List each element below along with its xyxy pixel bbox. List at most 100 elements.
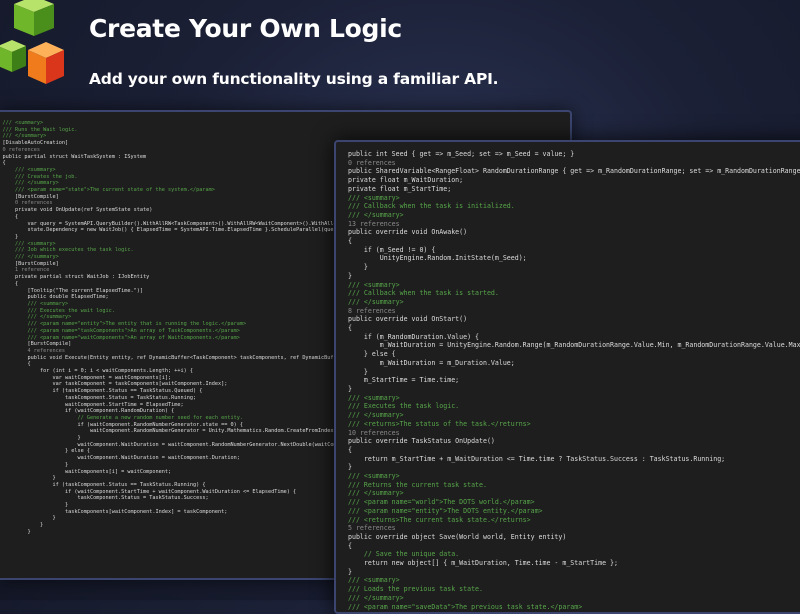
code-line: /// </summary>	[348, 210, 404, 219]
code-line: /// <summary>	[348, 472, 400, 481]
code-line: public int Seed { get => m_Seed; set => …	[348, 150, 575, 158]
code-line: /// Runs the Wait logic.	[2, 126, 78, 133]
code-line: }	[64, 502, 69, 509]
code-line: /// <param name="waitComponents">An arra…	[0, 334, 240, 341]
code-listing: /// <summary> /// Runs the Wait logic. /…	[0, 120, 387, 536]
code-line: public override void OnAwake()	[348, 228, 468, 237]
code-line: var query = SystemAPI.QueryBuilder().Wit…	[0, 220, 381, 227]
code-line: 1 reference	[14, 267, 50, 274]
code-line: /// </summary>	[348, 411, 404, 420]
code-line: /// </summary>	[14, 180, 59, 187]
code-line: if (waitComponent.RandomNumberGenerator.…	[0, 421, 243, 428]
code-line: public SharedVariable<RangeFloat> Random…	[348, 167, 800, 176]
code-line: UnityEngine.Random.InitState(m_Seed);	[348, 254, 527, 263]
code-line: m_WaitDuration = m_Duration.Value;	[348, 358, 515, 367]
code-line: 0 references	[14, 200, 53, 207]
code-line: /// <summary>	[348, 193, 400, 202]
code-line: public void Execute(Entity entity, ref D…	[0, 354, 387, 361]
code-line: /// </summary>	[27, 314, 72, 321]
code-line: public override void OnStart()	[348, 315, 468, 324]
code-line: }	[348, 567, 352, 576]
code-line: }	[39, 522, 44, 529]
code-line: // Save the unique data.	[348, 550, 460, 559]
code-line: 8 references	[348, 306, 396, 315]
code-line: public override object Save(World world,…	[348, 532, 567, 541]
code-line: // Generate a new random number seed for…	[0, 414, 243, 421]
code-line: private float m_WaitDuration;	[348, 176, 464, 185]
code-line: /// <param name="entity">The DOTS entity…	[348, 506, 543, 515]
code-line: public double ElapsedTime;	[0, 294, 109, 301]
code-line: [BurstCompile]	[27, 341, 72, 348]
code-line: /// <summary>	[14, 166, 56, 173]
code-line: /// <summary>	[348, 393, 400, 402]
code-line: state.Dependency = new WaitJob() { Elaps…	[0, 227, 381, 234]
code-line: /// <returns>The status of the task.</re…	[348, 419, 531, 428]
code-line: /// <returns>The current task state.</re…	[348, 515, 531, 524]
code-line: waitComponent.WaitDuration = waitCompone…	[0, 441, 378, 448]
code-line: {	[348, 445, 352, 454]
code-line: /// <param name="taskComponents">An arra…	[0, 327, 240, 334]
code-line: 0 references	[348, 158, 396, 167]
code-line: /// Executes the wait logic.	[0, 307, 115, 314]
code-line: }	[64, 461, 69, 468]
code-line: {	[348, 237, 352, 246]
code-line: var waitComponent = waitComponents[i];	[0, 374, 172, 381]
code-line: taskComponent.Status = TaskStatus.Runnin…	[0, 394, 197, 401]
code-listing: public int Seed { get => m_Seed; set => …	[348, 150, 800, 611]
code-line: for (int i = 0; i < waitComponents.Lengt…	[0, 368, 194, 375]
code-line: 13 references	[348, 219, 400, 228]
code-line: 4 references	[27, 347, 65, 354]
code-line: /// </summary>	[348, 593, 404, 602]
code-line: /// Returns the current task state.	[348, 480, 487, 489]
code-line: 0 references	[2, 146, 40, 153]
code-line: /// <summary>	[348, 576, 400, 585]
code-line: }	[348, 384, 352, 393]
code-line: private partial struct WaitJob : IJobEnt…	[0, 274, 150, 281]
code-line: }	[52, 475, 56, 482]
code-line: waitComponent.RandomNumberGenerator = Un…	[0, 428, 378, 435]
code-line: if (waitComponent.RandomDuration) {	[0, 408, 175, 415]
code-line: /// <param name="entity">The entity that…	[0, 321, 247, 328]
page-subtitle: Add your own functionality using a famil…	[89, 70, 499, 88]
code-line: /// <param name="state">The current stat…	[0, 187, 215, 194]
code-line: } else {	[348, 350, 396, 359]
code-line: m_WaitDuration = UnityEngine.Random.Rang…	[348, 341, 800, 350]
page-title: Create Your Own Logic	[89, 14, 402, 43]
code-line: [BurstCompile]	[14, 193, 59, 200]
code-line: public partial struct WaitTaskSystem : I…	[0, 153, 147, 160]
code-line: } else {	[64, 448, 90, 455]
code-editor-foreground[interactable]: public int Seed { get => m_Seed; set => …	[334, 140, 800, 614]
code-line: m_StartTime = Time.time;	[348, 376, 460, 385]
code-line: [DisableAutoCreation]	[2, 140, 69, 147]
code-line: {	[14, 280, 19, 287]
code-line: var taskComponent = taskComponents[waitC…	[0, 381, 228, 388]
code-line: /// Loads the previous task state.	[348, 585, 483, 594]
code-line: /// Creates the job.	[14, 173, 78, 180]
code-line: return new object[] { m_WaitDuration, Ti…	[348, 559, 618, 568]
code-line: {	[2, 160, 6, 167]
code-line: }	[348, 463, 352, 472]
code-line: }	[77, 435, 81, 442]
code-line: if (m_Seed != 0) {	[348, 245, 436, 254]
code-line: {	[14, 213, 19, 220]
code-line: /// Callback when the task is started.	[348, 289, 499, 298]
code-line: {	[27, 361, 31, 368]
code-line: }	[27, 528, 31, 535]
code-line: [Tooltip("The current ElapsedTime.")]	[0, 287, 144, 294]
code-line: return m_StartTime + m_WaitDuration <= T…	[348, 454, 726, 463]
code-line: /// <summary>	[2, 120, 44, 126]
code-line: if (m_RandomDuration.Value) {	[348, 332, 480, 341]
code-line: }	[348, 367, 368, 376]
code-line: /// <param name="world">The DOTS world.<…	[348, 498, 535, 507]
code-line: private void OnUpdate(ref SystemState st…	[0, 207, 153, 214]
code-line: {	[348, 541, 352, 550]
code-line: /// </summary>	[2, 133, 47, 140]
code-line: waitComponents[i] = waitComponent;	[0, 468, 172, 475]
code-line: /// <summary>	[27, 300, 69, 307]
code-line: waitComponent.WaitDuration = waitCompone…	[0, 455, 240, 462]
code-line: 5 references	[348, 524, 396, 533]
code-line: }	[348, 263, 368, 272]
code-line: taskComponent.Status = TaskStatus.Succes…	[0, 495, 209, 502]
code-line: if (taskComponent.Status == TaskStatus.Q…	[0, 388, 203, 395]
code-line: /// </summary>	[14, 254, 59, 261]
